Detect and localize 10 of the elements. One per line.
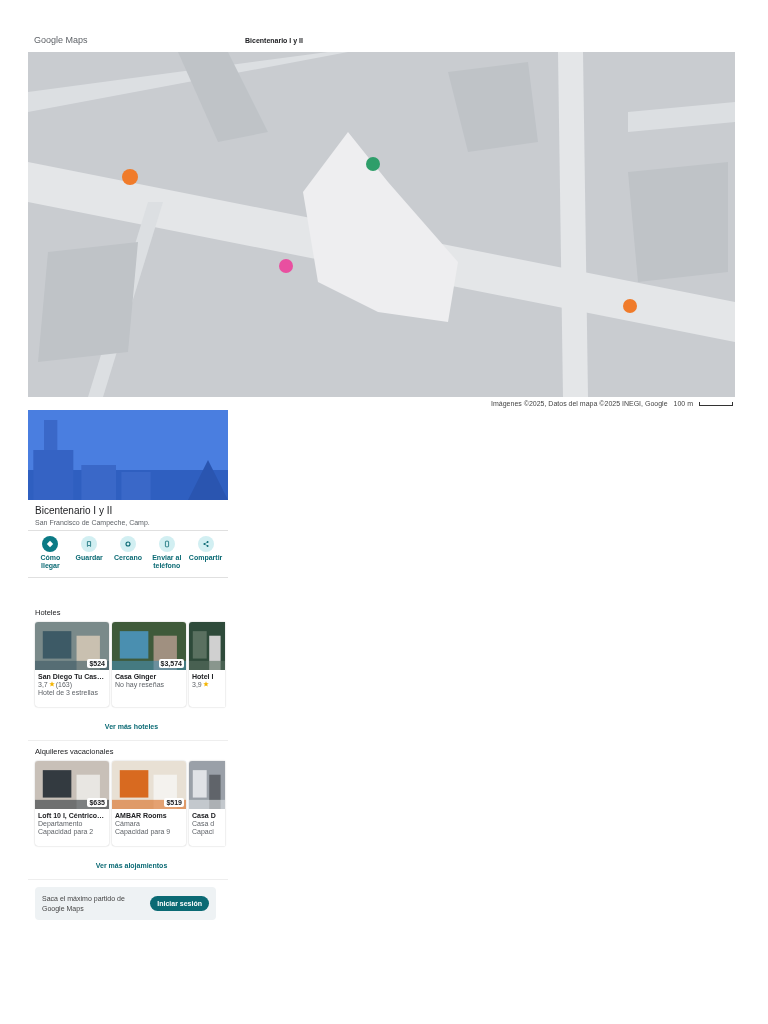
bookmark-icon bbox=[85, 540, 94, 548]
directions-icon bbox=[46, 540, 55, 548]
star-icon bbox=[48, 681, 55, 688]
phone-icon bbox=[162, 540, 171, 548]
star-icon bbox=[202, 681, 209, 688]
place-name: Bicentenario I y II bbox=[35, 505, 114, 516]
target-icon bbox=[124, 540, 132, 548]
scale-bar-icon bbox=[699, 401, 733, 406]
share-icon bbox=[201, 540, 210, 548]
app-logo: Google Maps bbox=[34, 35, 89, 45]
